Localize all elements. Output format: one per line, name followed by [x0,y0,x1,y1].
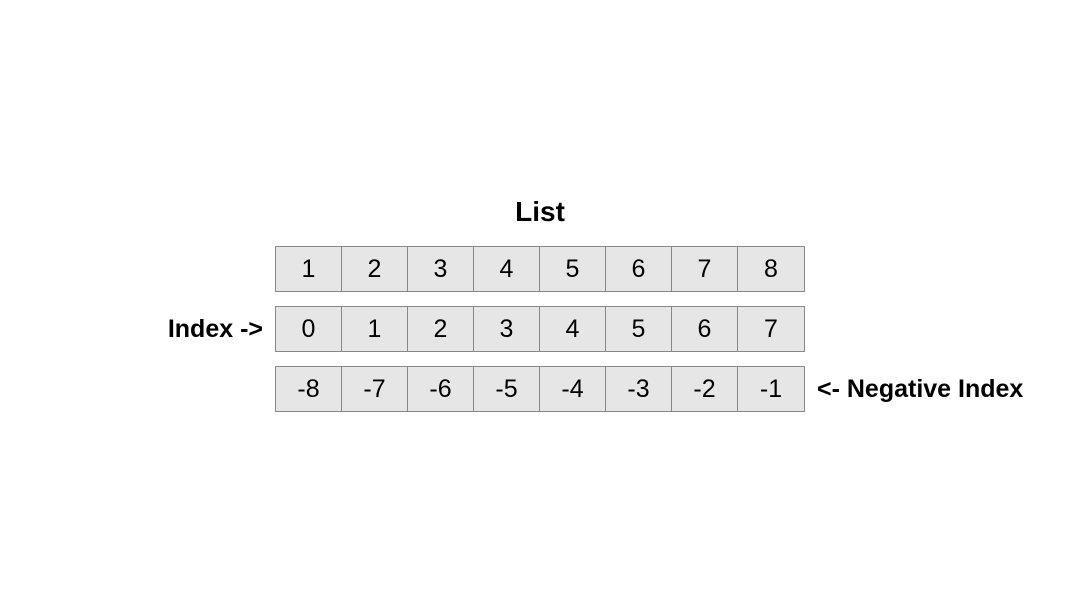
neg-index-cell: -2 [672,367,738,411]
value-cell: 5 [540,247,606,291]
neg-index-cell: -3 [606,367,672,411]
index-cell: 3 [474,307,540,351]
index-cell: 0 [276,307,342,351]
negative-index-row-container: -8 -7 -6 -5 -4 -3 -2 -1 <- Negative Inde… [275,366,805,412]
value-cell: 4 [474,247,540,291]
value-cell: 6 [606,247,672,291]
neg-index-cell: -6 [408,367,474,411]
value-cell: 8 [738,247,804,291]
positive-index-row-container: Index -> 0 1 2 3 4 5 6 7 [275,306,805,352]
index-cell: 1 [342,307,408,351]
index-label: Index -> [168,315,263,344]
negative-index-row: -8 -7 -6 -5 -4 -3 -2 -1 [275,366,805,412]
value-cell: 1 [276,247,342,291]
neg-index-cell: -7 [342,367,408,411]
index-cell: 7 [738,307,804,351]
index-cell: 6 [672,307,738,351]
values-row: 1 2 3 4 5 6 7 8 [275,246,805,292]
positive-index-row: 0 1 2 3 4 5 6 7 [275,306,805,352]
neg-index-cell: -8 [276,367,342,411]
neg-index-cell: -4 [540,367,606,411]
neg-index-cell: -1 [738,367,804,411]
diagram-title: List [515,196,565,228]
negative-index-label: <- Negative Index [817,375,1023,404]
index-cell: 2 [408,307,474,351]
value-cell: 3 [408,247,474,291]
neg-index-cell: -5 [474,367,540,411]
rows-wrapper: 1 2 3 4 5 6 7 8 Index -> 0 1 2 3 4 5 6 7 [275,246,805,412]
values-row-container: 1 2 3 4 5 6 7 8 [275,246,805,292]
value-cell: 2 [342,247,408,291]
value-cell: 7 [672,247,738,291]
index-cell: 5 [606,307,672,351]
diagram-container: List 1 2 3 4 5 6 7 8 Index -> 0 1 2 3 4 [275,196,805,412]
index-cell: 4 [540,307,606,351]
